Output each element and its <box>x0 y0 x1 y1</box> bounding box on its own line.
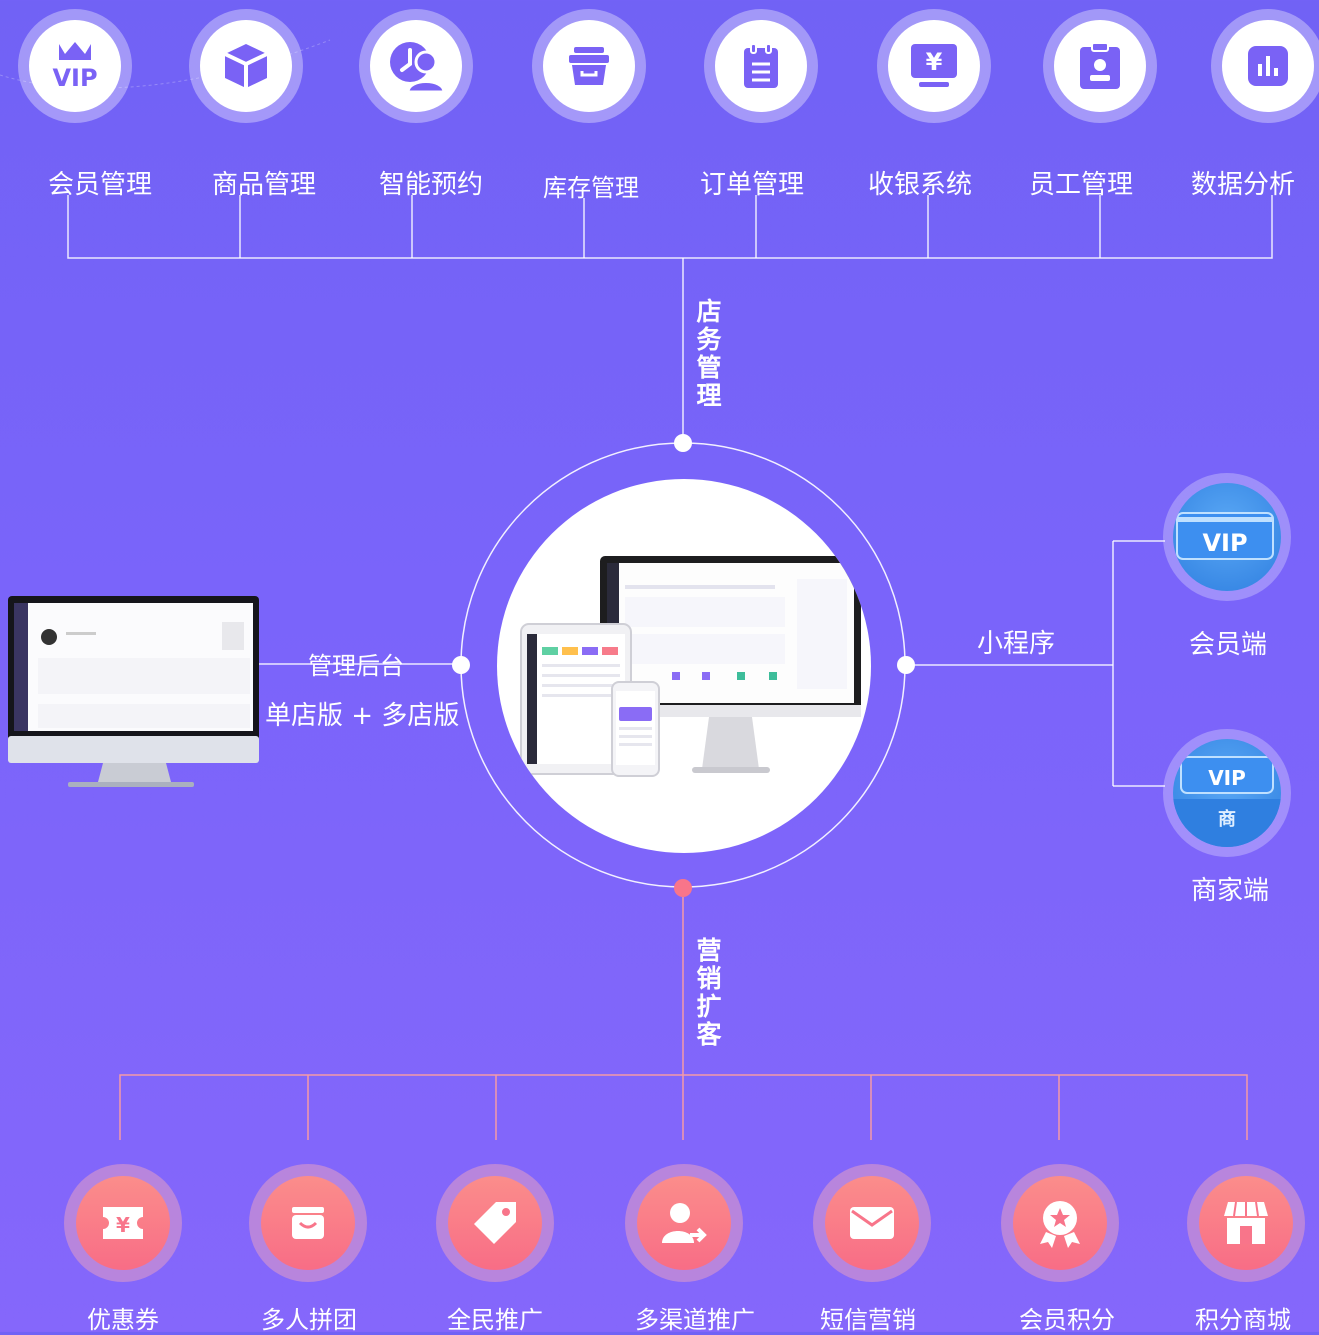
label-data-analysis: 数据分析 <box>1190 170 1295 200</box>
bar-chart-icon <box>1248 46 1288 86</box>
member-points-icon-circle[interactable] <box>1001 1164 1119 1282</box>
appointment-icon-circle[interactable] <box>359 9 473 123</box>
promotion-icon-circle[interactable] <box>436 1164 554 1282</box>
product-management-icon-circle[interactable] <box>189 9 303 123</box>
mini-program-label: 小程序 <box>977 629 1056 659</box>
admin-monitor-illustration <box>8 596 259 787</box>
merchant-client-badge[interactable]: VIP 商 <box>1163 729 1291 857</box>
center-devices-circle <box>497 479 871 853</box>
label-order-management: 订单管理 <box>699 170 804 200</box>
employee-badge-icon <box>1080 42 1120 89</box>
vip-card-text: VIP <box>1202 529 1247 557</box>
sms-marketing-icon-circle[interactable] <box>813 1164 931 1282</box>
merchant-vip-text: VIP <box>1208 766 1246 790</box>
cashier-icon-circle[interactable]: ¥ <box>877 9 991 123</box>
inventory-basket-icon <box>569 47 609 85</box>
data-analysis-icon-circle[interactable] <box>1211 9 1319 123</box>
shopping-bag-icon <box>292 1207 324 1239</box>
multi-channel-icon-circle[interactable] <box>625 1164 743 1282</box>
inventory-icon-circle[interactable] <box>532 9 646 123</box>
employee-management-icon-circle[interactable] <box>1043 9 1157 123</box>
vip-card-icon: VIP <box>1176 512 1274 560</box>
coupon-icon-circle[interactable]: ¥ <box>64 1164 182 1282</box>
marketing-title: 营销扩客 <box>696 936 722 1049</box>
label-employee-management: 员工管理 <box>1028 170 1133 200</box>
multi-device-illustration <box>520 556 861 777</box>
award-medal-icon <box>1040 1201 1080 1248</box>
label-sms-marketing: 短信营销 <box>820 1306 916 1334</box>
label-multi-channel: 多渠道推广 <box>635 1306 755 1334</box>
order-clipboard-icon <box>744 43 778 88</box>
price-tag-icon <box>474 1202 516 1244</box>
envelope-icon <box>850 1207 894 1239</box>
member-management-icon-circle[interactable]: VIP <box>18 9 132 123</box>
points-mall-icon-circle[interactable] <box>1187 1164 1305 1282</box>
member-client-label: 会员端 <box>1189 630 1268 660</box>
user-share-icon <box>662 1203 707 1243</box>
svg-text:VIP: VIP <box>52 64 97 92</box>
group-buy-icon-circle[interactable] <box>249 1164 367 1282</box>
member-client-badge[interactable]: VIP <box>1163 473 1291 601</box>
label-coupon: 优惠券 <box>87 1306 159 1334</box>
admin-monitor <box>8 596 259 791</box>
label-product-management: 商品管理 <box>211 170 316 200</box>
admin-backend-label: 管理后台 <box>308 652 404 680</box>
label-member-management: 会员管理 <box>47 170 152 200</box>
box-icon <box>224 44 268 88</box>
merchant-sub-text: 商 <box>1218 808 1236 830</box>
label-member-points: 会员积分 <box>1019 1306 1115 1334</box>
label-smart-appointment: 智能预约 <box>378 170 483 200</box>
svg-text:¥: ¥ <box>926 48 943 76</box>
svg-text:¥: ¥ <box>116 1213 130 1237</box>
merchant-client-label: 商家端 <box>1191 876 1270 906</box>
store-management-title: 店务管理 <box>696 297 722 410</box>
store-edition-label: 单店版 + 多店版 <box>265 701 460 731</box>
label-promotion: 全民推广 <box>447 1306 543 1334</box>
label-group-buy: 多人拼团 <box>261 1306 357 1334</box>
coupon-yen-icon: ¥ <box>103 1207 143 1239</box>
label-inventory-management: 库存管理 <box>543 174 639 202</box>
label-points-mall: 积分商城 <box>1195 1306 1291 1334</box>
order-management-icon-circle[interactable] <box>704 9 818 123</box>
merchant-vip-card-icon: VIP 商 <box>1173 756 1281 847</box>
vip-crown-icon: VIP <box>52 42 98 92</box>
storefront-icon <box>1224 1201 1268 1244</box>
appointment-clock-person-icon <box>390 42 446 94</box>
label-cashier-system: 收银系统 <box>867 170 972 200</box>
cashier-monitor-yen-icon: ¥ <box>911 44 957 87</box>
